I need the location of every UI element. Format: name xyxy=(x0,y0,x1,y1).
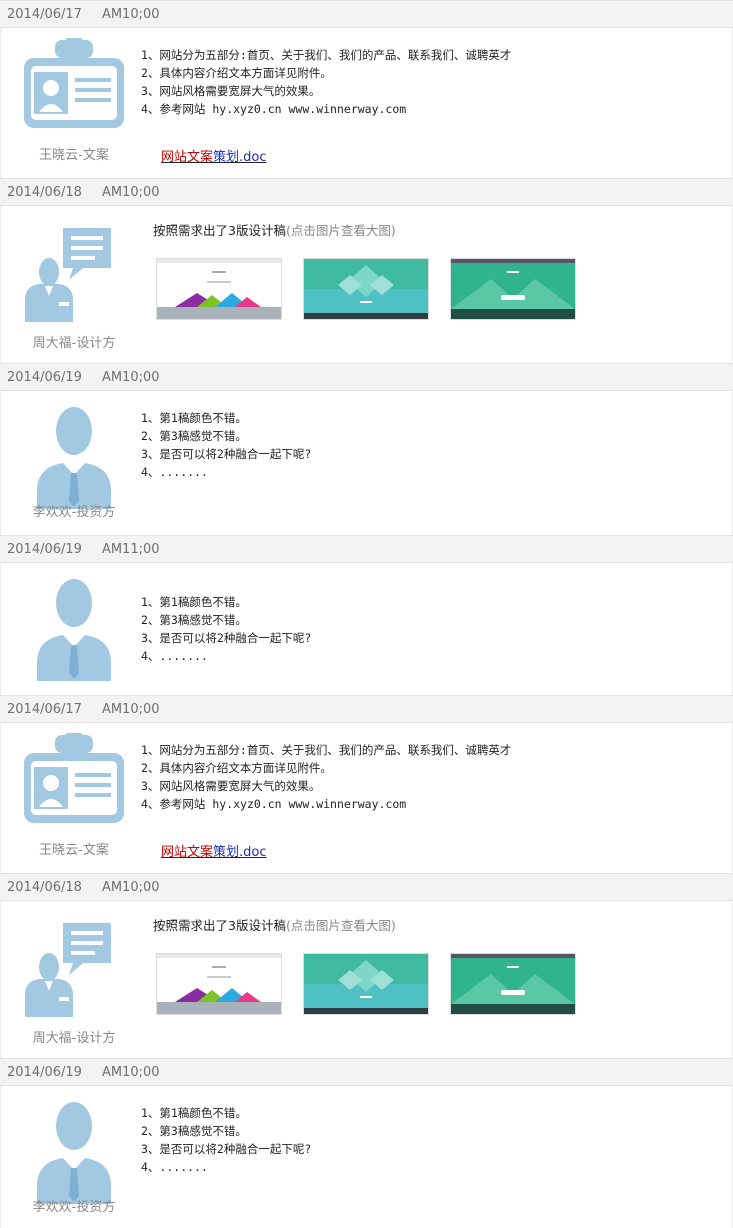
message-text: 1、第1稿颜色不错。 2、第3稿感觉不错。 3、是否可以将2种融合一起下呢? 4、..… xyxy=(141,409,311,481)
intro-text: 按照需求出了3版设计稿 xyxy=(153,223,286,238)
entry-time: AM10;00 xyxy=(101,702,160,717)
message-line: 3、是否可以将2种融合一起下呢? xyxy=(141,1142,312,1156)
entry-date: 2014/06/19 xyxy=(7,370,82,385)
design-thumbnails xyxy=(156,953,586,1017)
intro-text: 按照需求出了3版设计稿 xyxy=(153,918,286,933)
message-line: 3、网站风格需要宽屏大气的效果。 xyxy=(141,84,321,98)
message-text: 1、第1稿颜色不错。 2、第3稿感觉不错。 3、是否可以将2种融合一起下呢? 4、..… xyxy=(141,1104,311,1176)
entry-date: 2014/06/17 xyxy=(7,7,82,22)
message-text: 1、网站分为五部分:首页、关于我们、我们的产品、联系我们、诚聘英才 2、具体内容介… xyxy=(141,741,511,813)
entry-time: AM11;00 xyxy=(101,542,160,557)
attachment-file-part: 策划.doc xyxy=(213,845,267,860)
author-name: 王晓云-文案 xyxy=(39,148,109,163)
entry-time: AM10;00 xyxy=(101,370,160,385)
author-name: 周大福-设计方 xyxy=(32,336,116,351)
message-entry: 2014/06/18 AM10;00 周大福-设计方 按照需求出了3版设计稿(点击图片… xyxy=(0,873,733,1058)
design-thumbnails xyxy=(156,258,586,322)
entry-header: 2014/06/19 AM10;00 xyxy=(0,363,733,391)
attachment-name-part: 网站文案 xyxy=(161,845,214,860)
id-badge-avatar xyxy=(19,733,129,843)
design-draft-2-thumbnail[interactable] xyxy=(303,258,429,320)
message-line: 2、具体内容介绍文本方面详见附件。 xyxy=(141,761,332,775)
attachment-link[interactable]: 网站文案策划.doc xyxy=(161,146,267,165)
message-text: 1、第1稿颜色不错。 2、第3稿感觉不错。 3、是否可以将2种融合一起下呢? 4、..… xyxy=(141,593,311,665)
message-line: 1、第1稿颜色不错。 xyxy=(141,411,247,425)
message-line: 2、具体内容介绍文本方面详见附件。 xyxy=(141,66,332,80)
entry-body: 周大福-设计方 按照需求出了3版设计稿(点击图片查看大图) xyxy=(0,901,733,1058)
intro-hint: (点击图片查看大图) xyxy=(285,918,396,933)
design-draft-3-thumbnail[interactable] xyxy=(450,953,576,1015)
message-line: 3、是否可以将2种融合一起下呢? xyxy=(141,447,312,461)
intro-hint: (点击图片查看大图) xyxy=(285,223,396,238)
author-name: 周大福-设计方 xyxy=(32,1031,116,1046)
person-avatar xyxy=(19,401,129,511)
message-entry: 2014/06/17 AM10;00 王晓云-文案 1、网站分为五部分:首页、关于我们… xyxy=(0,695,733,873)
message-feed: 2014/06/17 AM10;00 王晓云-文案 1、网站分为五部分:首页、关于我们… xyxy=(0,0,733,1228)
design-draft-1-thumbnail[interactable] xyxy=(156,953,282,1015)
id-badge-avatar xyxy=(19,38,129,148)
message-line: 4、....... xyxy=(141,649,208,663)
entry-header: 2014/06/18 AM10;00 xyxy=(0,873,733,901)
author-name: 李欢欢-投资方 xyxy=(32,505,116,520)
message-line: 4、....... xyxy=(141,465,208,479)
design-intro: 按照需求出了3版设计稿(点击图片查看大图) xyxy=(153,220,396,239)
entry-header: 2014/06/19 AM10;00 xyxy=(0,1058,733,1086)
message-line: 2、第3稿感觉不错。 xyxy=(141,1124,247,1138)
design-draft-3-thumbnail[interactable] xyxy=(450,258,576,320)
entry-date: 2014/06/19 xyxy=(7,542,82,557)
author-name: 李欢欢-投资方 xyxy=(32,1200,116,1215)
entry-time: AM10;00 xyxy=(101,1065,160,1080)
entry-date: 2014/06/17 xyxy=(7,702,82,717)
message-line: 4、参考网站 hy.xyz0.cn www.winnerway.com xyxy=(141,102,407,116)
message-entry: 2014/06/17 AM10;00 王晓云-文案 1、网站分为五部分:首页、关于我们… xyxy=(0,0,733,178)
entry-time: AM10;00 xyxy=(101,185,160,200)
entry-body: 1、第1稿颜色不错。 2、第3稿感觉不错。 3、是否可以将2种融合一起下呢? 4、..… xyxy=(0,563,733,695)
message-line: 2、第3稿感觉不错。 xyxy=(141,429,247,443)
message-entry: 2014/06/19 AM10;00 李欢欢-投资方 1、第1稿颜色不错。 2、第3稿感… xyxy=(0,363,733,535)
person-avatar xyxy=(19,1096,129,1206)
attachment-name-part: 网站文案 xyxy=(161,150,214,165)
entry-time: AM10;00 xyxy=(101,7,160,22)
message-line: 3、网站风格需要宽屏大气的效果。 xyxy=(141,779,321,793)
designer-avatar xyxy=(19,216,129,326)
message-line: 1、第1稿颜色不错。 xyxy=(141,1106,247,1120)
designer-avatar xyxy=(19,911,129,1021)
entry-body: 王晓云-文案 1、网站分为五部分:首页、关于我们、我们的产品、联系我们、诚聘英才 2… xyxy=(0,28,733,178)
entry-header: 2014/06/17 AM10;00 xyxy=(0,695,733,723)
message-entry: 2014/06/18 AM10;00 周大福-设计方 按照需求出了3版设计稿(点击图片… xyxy=(0,178,733,363)
entry-body: 李欢欢-投资方 1、第1稿颜色不错。 2、第3稿感觉不错。 3、是否可以将2种融合一起… xyxy=(0,391,733,535)
message-line: 1、网站分为五部分:首页、关于我们、我们的产品、联系我们、诚聘英才 xyxy=(141,743,512,757)
message-line: 1、第1稿颜色不错。 xyxy=(141,595,247,609)
author-name: 王晓云-文案 xyxy=(39,843,109,858)
entry-header: 2014/06/18 AM10;00 xyxy=(0,178,733,206)
message-line: 2、第3稿感觉不错。 xyxy=(141,613,247,627)
design-draft-1-thumbnail[interactable] xyxy=(156,258,282,320)
entry-body: 王晓云-文案 1、网站分为五部分:首页、关于我们、我们的产品、联系我们、诚聘英才 2… xyxy=(0,723,733,873)
entry-header: 2014/06/17 AM10;00 xyxy=(0,0,733,28)
message-line: 4、....... xyxy=(141,1160,208,1174)
entry-date: 2014/06/18 xyxy=(7,185,82,200)
entry-body: 周大福-设计方 按照需求出了3版设计稿(点击图片查看大图) xyxy=(0,206,733,363)
entry-date: 2014/06/18 xyxy=(7,880,82,895)
attachment-file-part: 策划.doc xyxy=(213,150,267,165)
message-line: 1、网站分为五部分:首页、关于我们、我们的产品、联系我们、诚聘英才 xyxy=(141,48,512,62)
entry-body: 李欢欢-投资方 1、第1稿颜色不错。 2、第3稿感觉不错。 3、是否可以将2种融合一起… xyxy=(0,1086,733,1228)
message-line: 4、参考网站 hy.xyz0.cn www.winnerway.com xyxy=(141,797,407,811)
design-intro: 按照需求出了3版设计稿(点击图片查看大图) xyxy=(153,915,396,934)
message-entry: 2014/06/19 AM10;00 李欢欢-投资方 1、第1稿颜色不错。 2、第3稿感… xyxy=(0,1058,733,1228)
attachment-link[interactable]: 网站文案策划.doc xyxy=(161,841,267,860)
entry-date: 2014/06/19 xyxy=(7,1065,82,1080)
design-draft-2-thumbnail[interactable] xyxy=(303,953,429,1015)
message-entry: 2014/06/19 AM11;00 1、第1稿颜色不错。 2、第3稿感觉不错。 3、是… xyxy=(0,535,733,695)
message-text: 1、网站分为五部分:首页、关于我们、我们的产品、联系我们、诚聘英才 2、具体内容介… xyxy=(141,46,511,118)
message-line: 3、是否可以将2种融合一起下呢? xyxy=(141,631,312,645)
person-avatar xyxy=(19,573,129,683)
entry-header: 2014/06/19 AM11;00 xyxy=(0,535,733,563)
entry-time: AM10;00 xyxy=(101,880,160,895)
